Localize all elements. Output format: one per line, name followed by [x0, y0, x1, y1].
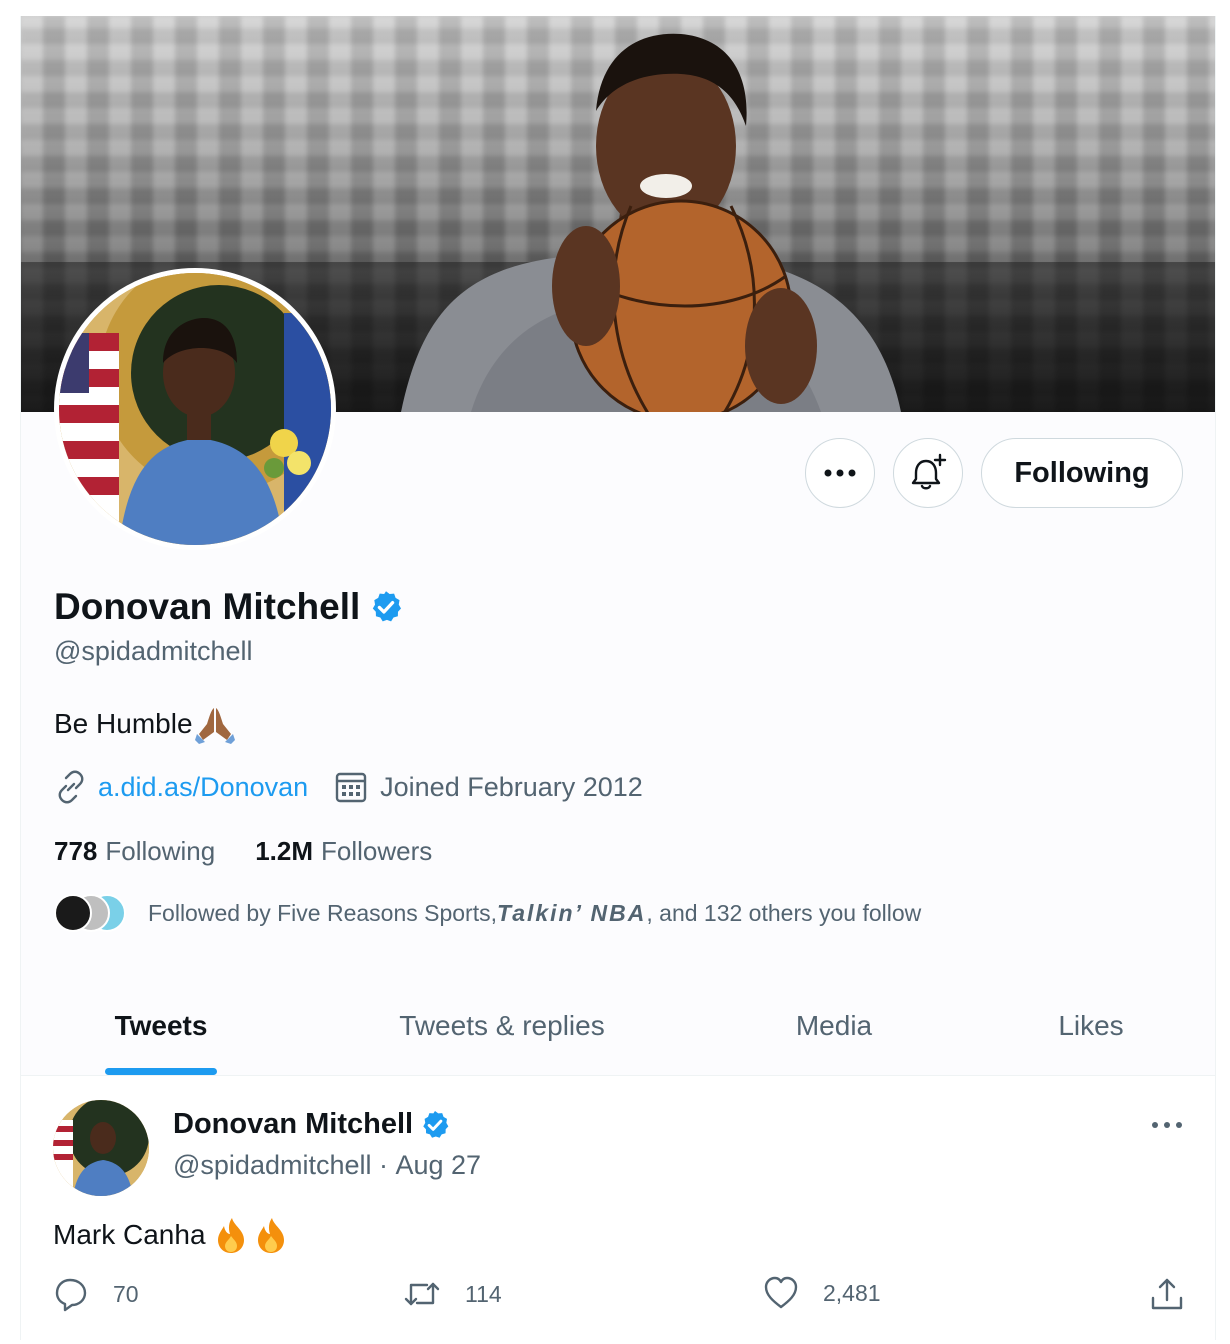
- profile-avatar[interactable]: [54, 268, 336, 550]
- tweet-author-name[interactable]: Donovan Mitchell: [173, 1108, 451, 1141]
- fire-emoji: [217, 1218, 284, 1253]
- profile-meta-row: a.did.as/Donovan Joined February 2012: [54, 770, 643, 804]
- profile-tabs: Tweets Tweets & replies Media Likes: [21, 976, 1215, 1076]
- like-count: 2,481: [823, 1279, 881, 1306]
- notifications-button[interactable]: [893, 438, 963, 508]
- retweet-button[interactable]: 114: [403, 1276, 502, 1312]
- retweet-icon: [404, 1282, 440, 1306]
- profile-joined-date: Joined February 2012: [380, 771, 643, 802]
- tweet-author-avatar[interactable]: [53, 1100, 149, 1196]
- followed-by-prefix: Followed by Five Reasons Sports,: [148, 899, 497, 926]
- profile-display-name: Donovan Mitchell: [54, 586, 404, 628]
- active-tab-indicator: [105, 1068, 217, 1075]
- share-icon: [1151, 1278, 1183, 1310]
- tab-media[interactable]: Media: [703, 976, 965, 1075]
- followers-count: 1.2M: [255, 836, 314, 866]
- tab-tweets-and-replies[interactable]: Tweets & replies: [301, 976, 703, 1075]
- tab-media-label: Media: [795, 1009, 873, 1041]
- link-icon: [58, 770, 84, 804]
- tab-likes-label: Likes: [1058, 1009, 1124, 1041]
- tweet-avatar-image: [53, 1100, 149, 1196]
- calendar-icon: [335, 772, 367, 803]
- tweet-handle-line: @spidadmitchell · Aug 27: [173, 1150, 481, 1181]
- share-button[interactable]: [1149, 1276, 1185, 1312]
- tweet-author-handle: @spidadmitchell: [173, 1150, 372, 1180]
- verified-badge-icon: [423, 1110, 449, 1138]
- reply-button[interactable]: 70: [53, 1276, 139, 1312]
- folded-hands-emoji: [194, 708, 235, 744]
- following-button-label: Following: [1014, 456, 1150, 489]
- avatar-portrait-image: [59, 273, 331, 545]
- reply-count: 70: [113, 1280, 139, 1307]
- profile-website-link[interactable]: a.did.as/Donovan: [98, 772, 308, 803]
- followed-by-row[interactable]: Followed by Five Reasons Sports, Talkin’…: [54, 894, 921, 932]
- tweet-more-button[interactable]: [1151, 1116, 1183, 1134]
- display-name-text: Donovan Mitchell: [54, 586, 361, 627]
- followed-by-avatars: [54, 894, 126, 932]
- tweet-actions: 70 114 2,481: [53, 1276, 1187, 1318]
- more-icon: [1152, 1122, 1182, 1128]
- bio-text: Be Humble: [54, 708, 193, 739]
- more-icon: [824, 469, 856, 477]
- following-count: 778: [54, 836, 98, 866]
- heart-icon: [764, 1276, 798, 1309]
- following-count-link[interactable]: 778 Following: [54, 836, 215, 867]
- profile-handle: @spidadmitchell: [54, 636, 253, 666]
- tweet-separator: ·: [371, 1150, 396, 1180]
- banner-player-with-basketball: [401, 33, 901, 412]
- tweet-author-name-text: Donovan Mitchell: [173, 1108, 414, 1140]
- tab-tweets-and-replies-label: Tweets & replies: [399, 1009, 605, 1041]
- tweet-date[interactable]: Aug 27: [396, 1150, 482, 1181]
- retweet-count: 114: [465, 1280, 502, 1307]
- tab-tweets-label: Tweets: [114, 1009, 208, 1041]
- more-options-button[interactable]: [805, 438, 875, 508]
- followed-by-brand: Talkin’ NBA: [497, 899, 647, 926]
- following-label: Following: [105, 836, 216, 866]
- profile-stats-row: 778 Following 1.2M Followers: [54, 836, 472, 867]
- reply-icon: [55, 1278, 87, 1312]
- followers-count-link[interactable]: 1.2M Followers: [255, 836, 432, 867]
- profile-card: Following Donovan Mitchell @spidadmitche…: [20, 16, 1216, 1340]
- followers-label: Followers: [321, 836, 433, 866]
- tweet[interactable]: Donovan Mitchell @spidadmitchell · Aug 2…: [21, 1076, 1215, 1340]
- following-button[interactable]: Following: [981, 438, 1183, 508]
- verified-badge-icon[interactable]: [368, 589, 404, 625]
- followed-by-suffix: , and 132 others you follow: [646, 899, 922, 926]
- tab-likes[interactable]: Likes: [965, 976, 1215, 1075]
- tweet-text-content: Mark Canha: [53, 1219, 206, 1250]
- like-button[interactable]: 2,481: [763, 1276, 881, 1310]
- tab-tweets[interactable]: Tweets: [21, 976, 301, 1075]
- tweet-text: Mark Canha: [53, 1216, 292, 1254]
- profile-bio: Be Humble: [54, 704, 235, 744]
- notification-bell-plus-icon: [911, 453, 947, 490]
- follower-avatar: [54, 894, 92, 932]
